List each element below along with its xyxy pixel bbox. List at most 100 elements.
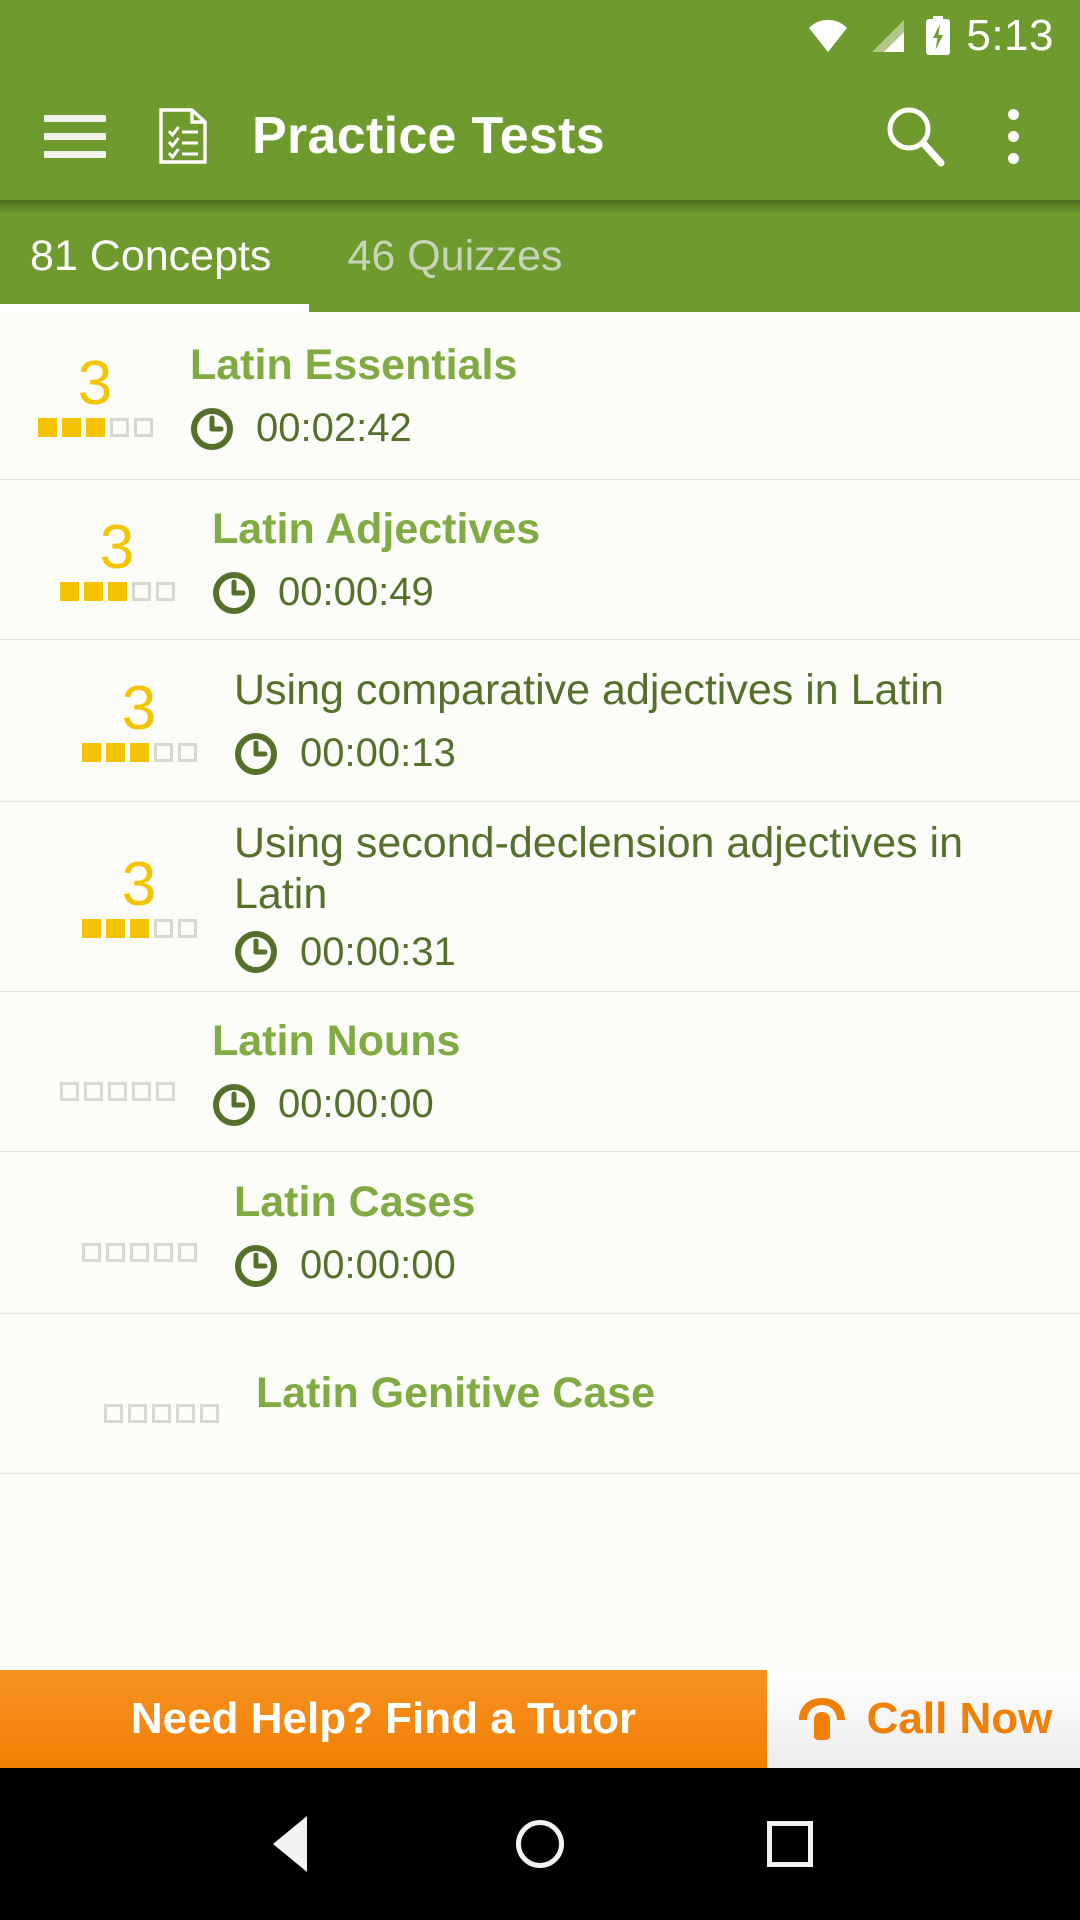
clock-icon [213,1083,255,1126]
mastery-block [105,918,125,938]
list-item-time-group: 00:00:00 [212,1082,1062,1127]
list-item-body: Latin Cases 00:00:00 [234,1177,1062,1289]
cellular-signal-icon [872,20,905,52]
mastery-block [129,918,149,938]
list-item-body: Latin Adjectives 00:00:49 [212,504,1062,616]
mastery-block [151,1404,171,1423]
mastery-rating: 3 [44,674,234,762]
mastery-blocks [103,1404,219,1423]
battery-charging-icon [926,16,951,55]
mastery-block [81,1243,101,1262]
app-bar: Practice Tests [0,72,1080,200]
mastery-score: 3 [77,349,113,419]
tab-bar: 81 Concepts 46 Quizzes [0,200,1080,312]
telephone-icon [798,1698,845,1740]
list-item-title: Latin Nouns [212,1016,461,1065]
mastery-block [155,581,175,601]
call-now-label: Call Now [866,1694,1053,1743]
list-item[interactable]: Latin Cases 00:00:00 [0,1152,1080,1314]
status-bar-clock: 5:13 [966,11,1054,60]
mastery-block [37,417,57,437]
mastery-block [107,1082,127,1101]
nav-recents-button[interactable] [665,1821,915,1867]
list-item-time-group: 00:02:42 [190,406,1062,451]
more-vertical-icon[interactable] [990,101,1036,171]
app-bar-shadow [0,200,1080,214]
list-item-title: Latin Genitive Case [256,1369,656,1418]
tab-concepts[interactable]: 81 Concepts [0,200,310,312]
list-item-time: 00:02:42 [256,406,412,451]
search-icon[interactable] [880,101,950,171]
mastery-block [199,1404,219,1423]
nav-back-button[interactable] [165,1816,415,1872]
clock-icon [235,931,277,974]
list-item-title: Latin Adjectives [212,504,541,553]
list-item-body: Using comparative adjectives in Latin 00… [234,665,1062,777]
mastery-block [83,1082,103,1101]
mastery-block [59,581,79,601]
mastery-block [107,581,127,601]
recents-square-icon [767,1821,813,1867]
list-item[interactable]: Latin Genitive Case [0,1314,1080,1474]
page-title: Practice Tests [252,107,605,165]
list-item-title: Latin Cases [234,1177,476,1226]
app-screen: 5:13 Practice Tests 81 Concepts 46 Quizz… [0,0,1080,1920]
status-bar: 5:13 [0,0,1080,72]
mastery-rating [22,1042,212,1101]
mastery-block [105,1243,125,1262]
list-item-time: 00:00:31 [300,929,456,974]
concepts-list[interactable]: 3 Latin Essentials 00:02:42 3 Latin Adje… [0,312,1080,1670]
mastery-block [131,581,151,601]
mastery-rating: 3 [22,517,212,601]
hamburger-line [44,132,106,140]
list-item-title: Using second-declension adjectives in La… [234,819,964,918]
clock-icon [235,732,277,775]
tab-quizzes-label: 46 Quizzes [347,231,563,280]
list-item[interactable]: 3 Using second-declension adjectives in … [0,802,1080,992]
list-item[interactable]: 3 Latin Essentials 00:02:42 [0,312,1080,480]
list-item-body: Latin Nouns 00:00:00 [212,1016,1062,1128]
mastery-blocks [59,1082,175,1101]
call-now-button[interactable]: Call Now [767,1670,1080,1768]
list-item-body: Latin Genitive Case [256,1368,1062,1419]
clock-icon [235,1244,277,1287]
status-icons [806,16,952,56]
hamburger-line [44,150,106,158]
list-item-title: Latin Essentials [190,340,518,389]
more-dot [1007,130,1019,142]
nav-home-button[interactable] [415,1820,665,1868]
mastery-block [155,1082,175,1101]
list-item-time-group: 00:00:00 [234,1243,1062,1288]
mastery-blocks [81,742,197,762]
list-item-time-group: 00:00:31 [234,930,1062,975]
list-item[interactable]: 3 Latin Adjectives 00:00:49 [0,480,1080,640]
mastery-block [175,1404,195,1423]
list-item-time-group: 00:00:49 [212,570,1062,615]
mastery-block [153,1243,173,1262]
mastery-blocks [81,918,197,938]
wifi-icon [809,20,848,52]
mastery-block [133,417,153,437]
android-nav-bar [0,1768,1080,1920]
list-item[interactable]: Latin Nouns 00:00:00 [0,992,1080,1152]
mastery-block [103,1404,123,1423]
mastery-block [105,742,125,762]
mastery-block [129,742,149,762]
hamburger-menu-icon[interactable] [44,114,106,158]
clock-icon [191,407,233,450]
tab-quizzes[interactable]: 46 Quizzes [309,200,600,312]
find-tutor-button[interactable]: Need Help? Find a Tutor [0,1670,767,1768]
mastery-block [177,1243,197,1262]
list-item[interactable]: 3 Using comparative adjectives in Latin [0,640,1080,802]
list-item-time: 00:00:13 [300,731,456,776]
list-item-body: Using second-declension adjectives in La… [234,818,1062,974]
mastery-blocks [59,581,175,601]
mastery-block [81,742,101,762]
list-item-time: 00:00:49 [278,570,434,615]
mastery-rating [66,1364,256,1423]
mastery-score: 3 [121,674,157,744]
tab-concepts-label: 81 Concepts [30,231,272,280]
tab-active-indicator [0,304,310,312]
mastery-block [109,417,129,437]
more-dot [1007,152,1019,164]
